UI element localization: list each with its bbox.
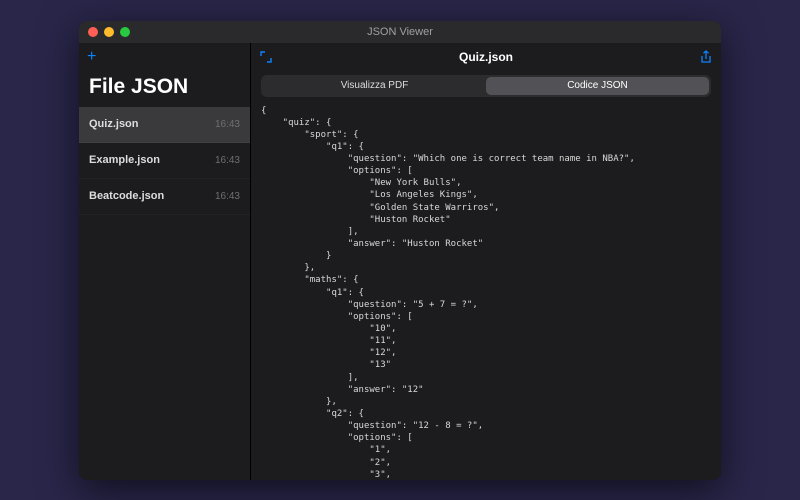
zoom-icon[interactable] xyxy=(120,27,130,37)
sidebar-toolbar: + xyxy=(79,43,250,71)
main-toolbar: Quiz.json xyxy=(251,43,721,71)
file-name: Beatcode.json xyxy=(89,190,164,202)
tab-pdf[interactable]: Visualizza PDF xyxy=(263,77,486,95)
sidebar-item-beatcode[interactable]: Beatcode.json 16:43 xyxy=(79,179,250,215)
app-window: JSON Viewer + File JSON Quiz.json 16:43 … xyxy=(79,21,721,480)
file-list: Quiz.json 16:43 Example.json 16:43 Beatc… xyxy=(79,107,250,480)
expand-icon[interactable] xyxy=(259,50,273,64)
sidebar-title: File JSON xyxy=(89,75,240,99)
file-time: 16:43 xyxy=(215,191,240,202)
titlebar[interactable]: JSON Viewer xyxy=(79,21,721,43)
tab-json[interactable]: Codice JSON xyxy=(486,77,709,95)
main-pane: Quiz.json Visualizza PDF Codice JSON { "… xyxy=(251,43,721,480)
share-icon[interactable] xyxy=(699,50,713,64)
sidebar-item-quiz[interactable]: Quiz.json 16:43 xyxy=(79,107,250,143)
file-time: 16:43 xyxy=(215,155,240,166)
file-name: Example.json xyxy=(89,154,160,166)
sidebar-header: File JSON xyxy=(79,71,250,107)
file-time: 16:43 xyxy=(215,119,240,130)
minimize-icon[interactable] xyxy=(104,27,114,37)
window-title: JSON Viewer xyxy=(79,26,721,38)
sidebar: + File JSON Quiz.json 16:43 Example.json… xyxy=(79,43,251,480)
json-code[interactable]: { "quiz": { "sport": { "q1": { "question… xyxy=(251,103,721,480)
close-icon[interactable] xyxy=(88,27,98,37)
file-title: Quiz.json xyxy=(251,50,721,64)
view-tabs: Visualizza PDF Codice JSON xyxy=(261,75,711,97)
content: + File JSON Quiz.json 16:43 Example.json… xyxy=(79,43,721,480)
sidebar-item-example[interactable]: Example.json 16:43 xyxy=(79,143,250,179)
add-file-button[interactable]: + xyxy=(87,49,96,65)
file-name: Quiz.json xyxy=(89,118,139,130)
window-controls xyxy=(79,27,130,37)
